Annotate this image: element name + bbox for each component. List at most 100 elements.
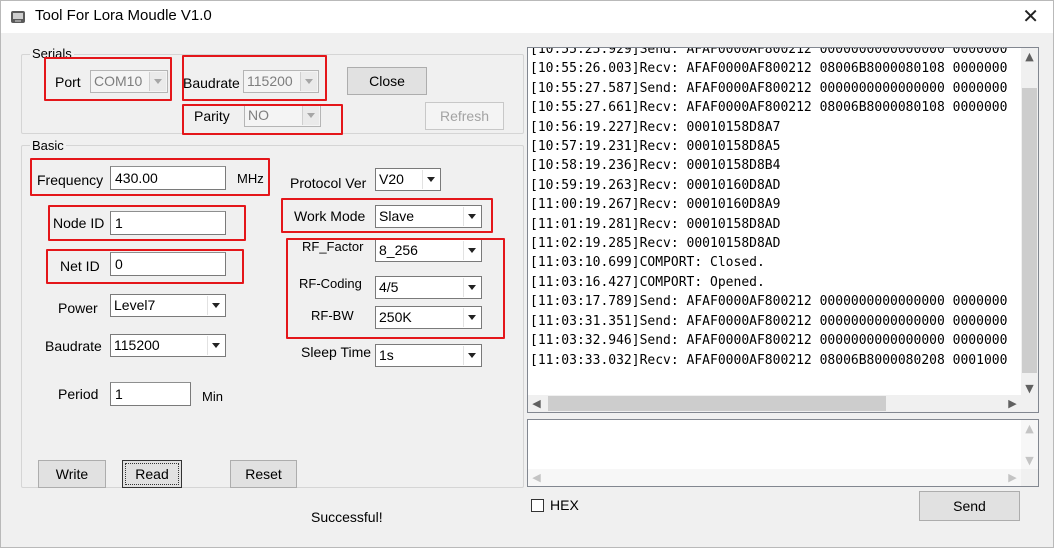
work-mode-select[interactable]: Slave — [375, 205, 482, 228]
scroll-right-icon[interactable]: ▶ — [1004, 395, 1021, 412]
net-id-label: Net ID — [60, 258, 100, 274]
log-line: [11:01:19.281]Recv: 00010158D8AD — [530, 216, 781, 232]
log-line: [11:03:17.789]Send: AFAF0000AF800212 000… — [530, 294, 1008, 310]
hex-label: HEX — [550, 497, 579, 513]
rf-bw-label: RF-BW — [311, 308, 354, 323]
scrollbar-corner — [1021, 395, 1038, 412]
work-mode-value: Slave — [379, 208, 415, 224]
scroll-up-icon[interactable]: ▲ — [1021, 420, 1038, 437]
scroll-right-icon[interactable]: ▶ — [1004, 469, 1021, 486]
scroll-left-icon[interactable]: ◀ — [528, 395, 545, 412]
port-label: Port — [55, 74, 81, 90]
log-line: [11:02:19.285]Recv: 00010158D8AD — [530, 236, 781, 252]
frequency-unit: MHz — [237, 171, 264, 186]
basic-legend: Basic — [30, 138, 66, 153]
chevron-down-icon — [422, 170, 439, 189]
window-title: Tool For Lora Moudle V1.0 — [35, 7, 212, 24]
write-button[interactable]: Write — [38, 460, 106, 488]
serials-legend: Serials — [30, 46, 74, 61]
baudrate-label: Baudrate — [45, 338, 102, 354]
log-horizontal-scrollbar[interactable]: ◀ ▶ — [528, 395, 1021, 412]
log-line: [10:56:19.227]Recv: 00010158D8A7 — [530, 119, 781, 135]
frequency-input[interactable]: 430.00 — [110, 166, 226, 190]
power-label: Power — [58, 300, 98, 316]
serial-baudrate-select[interactable]: 115200 — [243, 70, 319, 93]
log-line: [11:03:31.351]Send: AFAF0000AF800212 000… — [530, 313, 1008, 329]
chevron-down-icon — [149, 72, 166, 91]
log-horizontal-thumb[interactable] — [548, 396, 886, 411]
period-input[interactable]: 1 — [110, 382, 191, 406]
port-value: COM10 — [94, 73, 143, 89]
period-unit: Min — [202, 389, 223, 404]
parity-select[interactable]: NO — [244, 104, 321, 127]
log-line: [11:03:16.427]COMPORT: Opened. — [530, 274, 765, 290]
scroll-up-icon[interactable]: ▲ — [1021, 48, 1038, 65]
input-horizontal-scrollbar[interactable]: ◀ ▶ — [528, 469, 1021, 486]
log-vertical-scrollbar[interactable]: ▲ ▼ — [1021, 48, 1038, 397]
title-bar: Tool For Lora Moudle V1.0 ✕ — [1, 1, 1053, 33]
baudrate-select[interactable]: 115200 — [110, 334, 226, 357]
log-line: [10:55:25.929]Send: AFAF0000AF800212 000… — [530, 47, 1008, 57]
log-line: [11:03:32.946]Send: AFAF0000AF800212 000… — [530, 333, 1008, 349]
protocol-select[interactable]: V20 — [375, 168, 441, 191]
chevron-down-icon — [300, 72, 317, 91]
period-label: Period — [58, 386, 99, 402]
send-input[interactable]: ▲ ▼ ◀ ▶ — [527, 419, 1039, 487]
frequency-label: Frequency — [37, 172, 104, 188]
refresh-button[interactable]: Refresh — [425, 102, 504, 130]
rf-factor-value: 8_256 — [379, 242, 418, 258]
sleep-time-label: Sleep Time — [301, 344, 372, 360]
send-button[interactable]: Send — [919, 491, 1020, 521]
sleep-time-value: 1s — [379, 347, 394, 363]
rf-factor-select[interactable]: 8_256 — [375, 239, 482, 262]
rf-factor-label: RF_Factor — [302, 239, 364, 254]
work-mode-label: Work Mode — [294, 208, 366, 224]
app-icon — [11, 11, 25, 23]
log-line: [10:59:19.263]Recv: 00010160D8AD — [530, 177, 781, 193]
log-output[interactable]: [10:55:25.929]Send: AFAF0000AF800212 000… — [527, 47, 1039, 413]
read-button[interactable]: Read — [122, 460, 182, 488]
log-vertical-thumb[interactable] — [1022, 88, 1037, 373]
scroll-down-icon[interactable]: ▼ — [1021, 452, 1038, 469]
port-select[interactable]: COM10 — [90, 70, 168, 93]
close-port-button[interactable]: Close — [347, 67, 427, 95]
log-lines: [10:55:25.929]Send: AFAF0000AF800212 000… — [530, 47, 1008, 370]
sleep-time-select[interactable]: 1s — [375, 344, 482, 367]
chevron-down-icon — [463, 308, 480, 327]
rf-bw-value: 250K — [379, 309, 412, 325]
rf-coding-select[interactable]: 4/5 — [375, 276, 482, 299]
log-line: [10:58:19.236]Recv: 00010158D8B4 — [530, 158, 781, 174]
chevron-down-icon — [463, 346, 480, 365]
serial-baudrate-label: Baudrate — [183, 75, 240, 91]
chevron-down-icon — [463, 207, 480, 226]
rf-bw-select[interactable]: 250K — [375, 306, 482, 329]
rf-coding-value: 4/5 — [379, 279, 399, 295]
log-line: [10:55:27.587]Send: AFAF0000AF800212 000… — [530, 80, 1008, 96]
chevron-down-icon — [463, 278, 480, 297]
chevron-down-icon — [302, 106, 319, 125]
net-id-input[interactable]: 0 — [110, 252, 226, 276]
serial-baudrate-value: 115200 — [247, 73, 293, 89]
protocol-value: V20 — [379, 171, 404, 187]
log-line: [10:55:26.003]Recv: AFAF0000AF800212 080… — [530, 61, 1008, 77]
reset-button[interactable]: Reset — [230, 460, 297, 488]
app-window: Tool For Lora Moudle V1.0 ✕ Serials Port… — [0, 0, 1054, 548]
log-line: [11:03:33.032]Recv: AFAF0000AF800212 080… — [530, 352, 1008, 368]
close-window-icon[interactable]: ✕ — [1022, 4, 1039, 28]
parity-value: NO — [248, 107, 269, 123]
power-select[interactable]: Level7 — [110, 294, 226, 317]
log-line: [11:00:19.267]Recv: 00010160D8A9 — [530, 197, 781, 213]
input-vertical-scrollbar[interactable]: ▲ ▼ — [1021, 420, 1038, 469]
node-id-input[interactable]: 1 — [110, 211, 226, 235]
hex-checkbox[interactable] — [531, 499, 544, 512]
chevron-down-icon — [207, 296, 224, 315]
protocol-label: Protocol Ver — [290, 175, 367, 191]
scroll-left-icon[interactable]: ◀ — [528, 469, 545, 486]
node-id-label: Node ID — [53, 215, 105, 231]
log-line: [10:57:19.231]Recv: 00010158D8A5 — [530, 139, 781, 155]
log-line: [10:55:27.661]Recv: AFAF0000AF800212 080… — [530, 100, 1008, 116]
status-text: Successful! — [311, 509, 383, 525]
log-line: [11:03:10.699]COMPORT: Closed. — [530, 255, 765, 271]
scrollbar-corner — [1021, 469, 1038, 486]
chevron-down-icon — [463, 241, 480, 260]
